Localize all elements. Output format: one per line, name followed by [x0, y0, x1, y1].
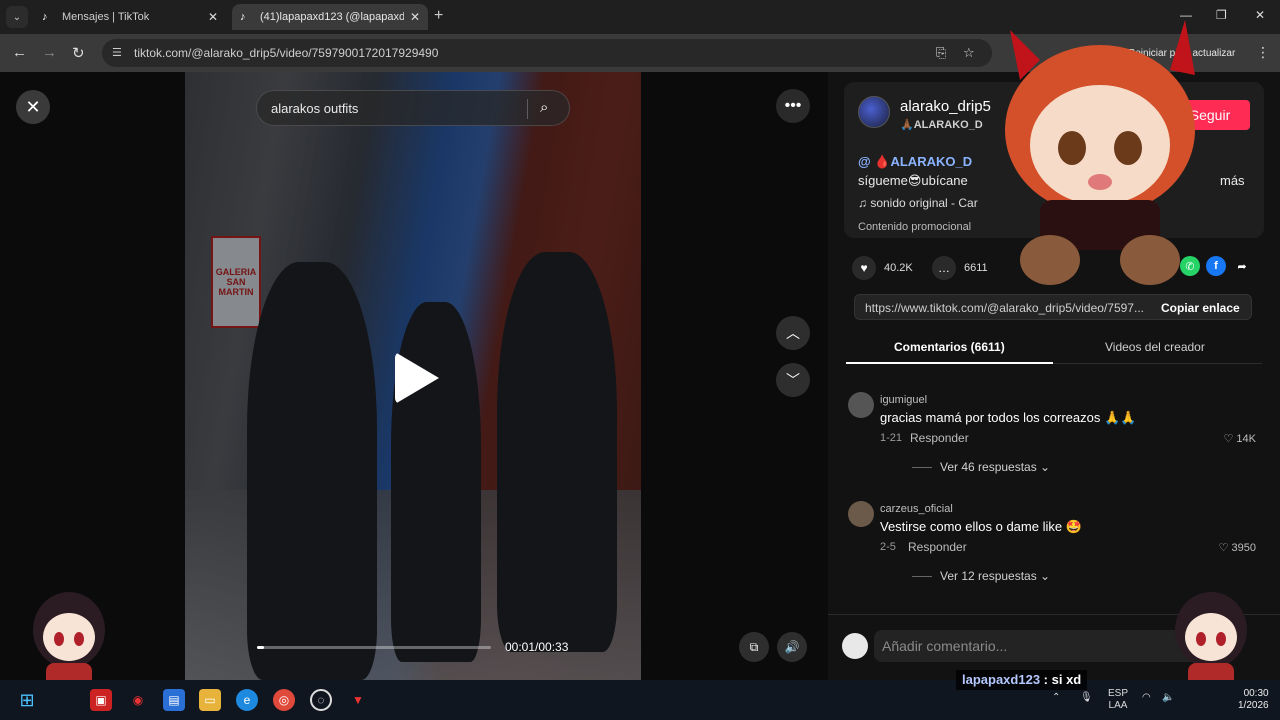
comment-date: 2-5	[880, 541, 896, 553]
comment-date: 1-21	[880, 432, 903, 444]
chrome-icon[interactable]: ◎	[273, 689, 295, 711]
forward-icon[interactable]: →	[42, 44, 57, 61]
commenter-avatar[interactable]	[848, 392, 874, 418]
reload-icon[interactable]: ↻	[72, 44, 85, 62]
browser-menu-icon[interactable]: ⋮	[1256, 44, 1270, 61]
site-info-icon[interactable]: ☰	[112, 46, 126, 60]
install-app-icon[interactable]: ⎘	[936, 45, 946, 61]
view-replies-button[interactable]: Ver 46 respuestas ⌄	[912, 460, 1050, 474]
active-tab-indicator	[846, 362, 1053, 364]
url-text: tiktok.com/@alarako_drip5/video/75979001…	[134, 46, 439, 60]
speaker-icon[interactable]: 🔈	[1162, 692, 1174, 703]
comment-username[interactable]: igumiguel	[880, 394, 927, 406]
comment-username[interactable]: carzeus_oficial	[880, 503, 953, 515]
video-stage: ✕ GALERIA SAN MARTIN alarakos outfits ⌕ …	[0, 72, 828, 680]
volume-icon[interactable]: 🔊	[777, 632, 807, 662]
share-icon[interactable]: ➦	[1232, 256, 1252, 276]
more-options-button[interactable]: •••	[776, 89, 810, 123]
chat-username: lapapaxd123	[962, 672, 1041, 687]
microphone-icon[interactable]: 🎙	[1080, 692, 1093, 703]
video-progress-bar[interactable]	[257, 646, 491, 649]
comment-placeholder: Añadir comentario...	[882, 638, 1008, 654]
edge-icon[interactable]: e	[236, 689, 258, 711]
stream-chat-message: lapapaxd123 : si xd	[956, 670, 1088, 690]
video-time: 00:01/00:33	[505, 640, 569, 654]
previous-video-button[interactable]: ︿	[776, 316, 810, 350]
tray-expand-icon[interactable]: ⌃	[1052, 692, 1060, 703]
comment-like-button[interactable]: ♡ 3950	[1219, 541, 1256, 554]
video-player[interactable]: GALERIA SAN MARTIN alarakos outfits ⌕ 00…	[185, 72, 641, 680]
commenter-avatar[interactable]	[848, 501, 874, 527]
copy-link-button[interactable]: Copiar enlace	[1161, 301, 1240, 315]
wifi-icon[interactable]: ◠	[1142, 692, 1151, 703]
tiktok-icon: ♪	[42, 11, 48, 23]
comment-text: gracias mamá por todos los correazos 🙏🙏	[880, 410, 1137, 425]
creator-username[interactable]: alarako_drip5	[900, 98, 991, 115]
back-icon[interactable]: ←	[12, 44, 27, 61]
reply-button[interactable]: Responder	[910, 431, 969, 445]
tab-profile[interactable]: ♪ (41)lapapaxd123 (@lapapaxd123 ✕	[232, 4, 428, 30]
tab-mensajes[interactable]: ♪ Mensajes | TikTok ✕	[34, 4, 226, 30]
tab-title: (41)lapapaxd123 (@lapapaxd123	[260, 11, 404, 23]
user-avatar	[842, 633, 868, 659]
promo-label: Contenido promocional	[858, 221, 972, 233]
close-video-button[interactable]: ✕	[16, 90, 50, 124]
divider	[912, 576, 932, 578]
description-text: sígueme😎ubícane	[858, 173, 968, 188]
search-query: alarakos outfits	[271, 101, 359, 116]
view-replies-button[interactable]: Ver 12 respuestas ⌄	[912, 569, 1050, 583]
app-icon[interactable]: ▼	[347, 689, 369, 711]
plush-mascot-overlay	[1005, 20, 1195, 285]
tab-search-icon[interactable]: ⌄	[6, 6, 28, 28]
bookmark-star-icon[interactable]: ☆	[963, 45, 975, 61]
creator-avatar[interactable]	[858, 96, 890, 128]
system-clock[interactable]: 00:30 1/2026	[1238, 688, 1269, 712]
tab-title: Mensajes | TikTok	[62, 11, 150, 23]
search-icon[interactable]: ⌕	[540, 99, 548, 116]
share-link[interactable]: https://www.tiktok.com/@alarako_drip5/vi…	[865, 301, 1151, 315]
like-button[interactable]: ♥ 40.2K	[852, 256, 913, 280]
new-tab-button[interactable]: +	[434, 7, 443, 25]
app-icon[interactable]: ▣	[90, 689, 112, 711]
language-indicator[interactable]: ESP LAA	[1108, 688, 1128, 712]
windows-taskbar: ⊞ ▣ ◉ ▤ ▭ e ◎ ◌ ▼ ⌃ 🎙 ESP LAA ◠ 🔈 00:30 1/…	[0, 680, 1280, 720]
divider	[912, 467, 932, 469]
like-count: 40.2K	[884, 262, 913, 274]
play-icon[interactable]	[395, 352, 439, 404]
divider	[527, 99, 528, 119]
tab-comments[interactable]: Comentarios (6611)	[894, 340, 1005, 354]
progress-fill	[257, 646, 265, 649]
app-icon[interactable]: ◉	[127, 689, 149, 711]
file-explorer-icon[interactable]: ▭	[199, 689, 221, 711]
share-link-box: https://www.tiktok.com/@alarako_drip5/vi…	[854, 294, 1252, 320]
more-link[interactable]: más	[1220, 173, 1245, 188]
start-icon[interactable]: ⊞	[16, 689, 38, 711]
store-icon[interactable]: ▤	[163, 689, 185, 711]
window-close-icon[interactable]: ✕	[1255, 8, 1265, 22]
heart-icon: ♥	[852, 256, 876, 280]
chat-text: : si xd	[1043, 672, 1082, 687]
video-search-bar[interactable]: alarakos outfits ⌕	[256, 90, 570, 126]
description-mention[interactable]: @ 🩸ALARAKO_D	[858, 154, 972, 170]
music-info[interactable]: ♫ sonido original - Car	[858, 196, 978, 210]
panel-tabs: Comentarios (6611) Videos del creador	[846, 334, 1262, 364]
tiktok-icon: ♪	[240, 11, 246, 23]
comment-like-button[interactable]: ♡ 14K	[1224, 432, 1257, 445]
close-icon[interactable]: ✕	[208, 10, 218, 24]
address-bar[interactable]: ☰ tiktok.com/@alarako_drip5/video/759790…	[102, 39, 992, 67]
reply-button[interactable]: Responder	[908, 540, 967, 554]
comment-icon: …	[932, 256, 956, 280]
creator-nickname: 🙏🏾ALARAKO_D	[900, 119, 983, 131]
view-replies-label: Ver 46 respuestas ⌄	[940, 460, 1051, 474]
comment-like-count: 14K	[1236, 433, 1256, 445]
comment-text: Vestirse como ellos o dame like 🤩	[880, 519, 1082, 534]
next-video-button[interactable]: ﹀	[776, 363, 810, 397]
obs-icon[interactable]: ◌	[310, 689, 332, 711]
comment-like-count: 3950	[1231, 542, 1256, 554]
close-icon[interactable]: ✕	[410, 10, 420, 24]
floating-player-icon[interactable]: ⧉	[739, 632, 769, 662]
tab-creator-videos[interactable]: Videos del creador	[1105, 340, 1205, 354]
view-replies-label: Ver 12 respuestas ⌄	[940, 569, 1051, 583]
